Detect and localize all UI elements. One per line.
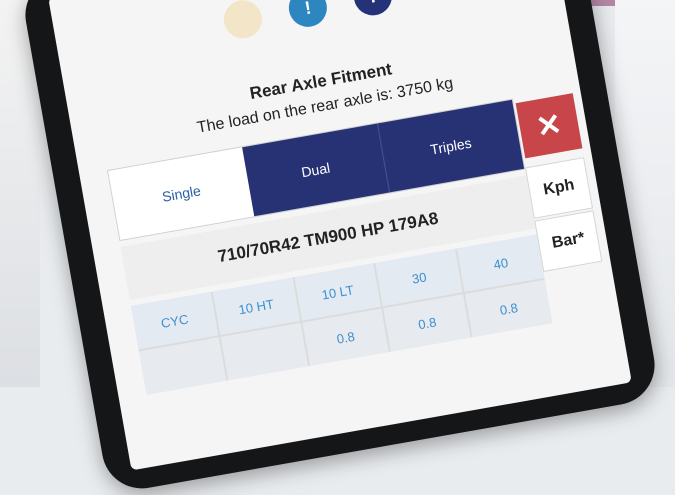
close-button[interactable]: ✕ <box>515 93 583 159</box>
help-glyph: ? <box>366 0 380 8</box>
help-icon[interactable]: ? <box>350 0 395 19</box>
pressure-unit-toggle[interactable]: Bar* <box>534 210 603 272</box>
info-icon[interactable]: ! <box>285 0 330 30</box>
phone: ! ? Rear Axle Fitment The load on the re… <box>19 0 661 495</box>
info-glyph: ! <box>303 0 313 18</box>
tab-dual[interactable]: Dual <box>242 123 389 217</box>
light-icon[interactable] <box>220 0 265 42</box>
speed-unit-toggle[interactable]: Kph <box>524 157 594 219</box>
tab-single[interactable]: Single <box>108 147 255 240</box>
close-icon: ✕ <box>533 107 565 145</box>
